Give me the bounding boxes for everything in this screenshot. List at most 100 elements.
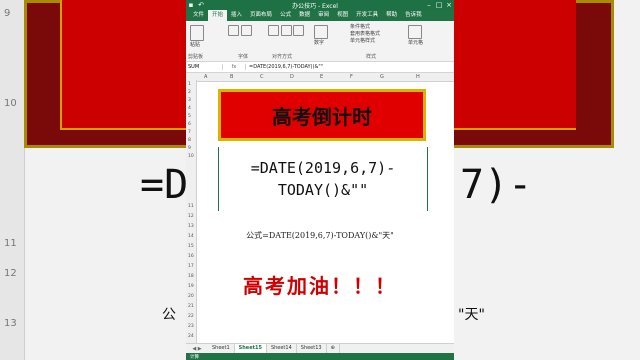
ribbon: 粘贴 剪贴板 字体 对齐方式 数字 条件格式 套用表格格式 单元格样式 样式 单… (186, 21, 454, 62)
row-header[interactable]: 3 (188, 98, 191, 103)
bg-title-fill (454, 0, 576, 130)
bold-icon (240, 25, 252, 36)
close-icon[interactable]: × (444, 1, 454, 9)
row-header[interactable]: 9 (188, 146, 191, 151)
tab-developer[interactable]: 开发工具 (352, 10, 382, 21)
font-size-icon (228, 25, 239, 36)
save-icon[interactable]: ▪ (186, 1, 196, 9)
tab-tell-me[interactable]: 告诉我 (401, 10, 426, 21)
group-alignment: 对齐方式 (272, 54, 293, 60)
row-header[interactable]: 1 (188, 82, 191, 87)
bg-row-number: 13 (4, 318, 17, 329)
sheet-nav-arrows-icon[interactable]: ◀ ▶ (186, 346, 208, 352)
number-format-button[interactable]: 数字 (314, 25, 328, 46)
paste-label: 粘贴 (190, 42, 201, 48)
row-header[interactable]: 10 (188, 154, 194, 159)
window-title: 办公技巧 - Excel (292, 2, 338, 10)
bg-small-text: "天" (458, 307, 485, 323)
formula-line-2: TODAY()&"" (277, 181, 369, 199)
countdown-title-cell[interactable]: 高考倒计时 (218, 89, 426, 141)
tab-help[interactable]: 帮助 (382, 10, 401, 21)
bg-row-number: 10 (4, 98, 17, 109)
row-headers: 1 2 3 4 5 6 7 8 9 10 11 12 13 14 15 16 1… (186, 80, 197, 346)
table-format-button[interactable]: 套用表格格式 (350, 31, 380, 38)
add-sheet-icon[interactable]: ⊕ (327, 344, 340, 353)
tab-home[interactable]: 开始 (208, 10, 228, 21)
status-mode: 计算 (190, 354, 199, 360)
undo-icon[interactable]: ↶ (196, 1, 206, 9)
row-header[interactable]: 11 (188, 204, 194, 209)
tab-view[interactable]: 视图 (333, 10, 352, 21)
bg-big-text: =D (140, 162, 186, 208)
row-header[interactable]: 6 (188, 122, 191, 127)
minimize-icon[interactable]: – (424, 1, 434, 9)
group-styles: 样式 (366, 54, 377, 60)
row-header[interactable]: 8 (188, 138, 191, 143)
cells-label: 单元格 (408, 40, 424, 46)
maximize-icon[interactable]: □ (434, 1, 444, 9)
row-header[interactable]: 21 (188, 304, 194, 309)
row-header[interactable]: 12 (188, 214, 194, 219)
background-row-header (0, 0, 25, 360)
paste-button[interactable]: 粘贴 (190, 25, 204, 48)
styles-group: 条件格式 套用表格格式 单元格样式 (350, 24, 380, 45)
formula-note[interactable]: 公式=DATE(2019,6,7)-TODAY()&"天" (186, 230, 454, 241)
cheer-text[interactable]: 高考加油！！！ (186, 270, 454, 299)
sheet-tab[interactable]: Sheet1 (208, 344, 235, 353)
cell-styles-button[interactable]: 单元格样式 (350, 38, 380, 45)
sheet-tabs: ◀ ▶ Sheet1 Sheet15 Sheet14 Sheet13 ⊕ (186, 343, 454, 354)
background-right: 7)- "天" (454, 0, 640, 360)
bg-title-fill (60, 0, 186, 130)
formula-line-1: =DATE(2019,6,7)- (250, 159, 396, 177)
cells-button[interactable]: 单元格 (408, 25, 423, 46)
row-header[interactable]: 13 (188, 224, 194, 229)
sheet-tab[interactable]: Sheet13 (297, 344, 327, 353)
background-left: 9 10 11 12 13 =D 公 (0, 0, 186, 360)
group-clipboard: 剪贴板 (188, 54, 204, 60)
wrap-text-icon (293, 25, 305, 36)
formula-bar: SUM fx =DATE(2019,6,7)-TODAY()&"" (186, 62, 454, 73)
formula-input[interactable]: =DATE(2019,6,7)-TODAY()&"" (246, 64, 323, 70)
percent-icon (314, 25, 328, 39)
bg-big-text: 7)- (460, 162, 533, 208)
excel-window: ▪ ↶ 办公技巧 - Excel – □ × 文件 开始 插入 页面布局 公式 … (186, 0, 454, 360)
name-box[interactable]: SUM (186, 64, 223, 70)
cells-icon (408, 25, 422, 39)
tab-file[interactable]: 文件 (189, 10, 208, 21)
row-header[interactable]: 15 (188, 244, 194, 249)
align-center-icon (280, 25, 292, 36)
title-bar: ▪ ↶ 办公技巧 - Excel – □ × (186, 0, 454, 10)
row-header[interactable]: 16 (188, 254, 194, 259)
number-label: 数字 (314, 40, 325, 46)
row-header[interactable]: 5 (188, 114, 191, 119)
font-controls[interactable] (228, 25, 252, 36)
group-font: 字体 (238, 54, 249, 60)
fx-icon[interactable]: fx (223, 64, 246, 70)
ribbon-tabs: 文件 开始 插入 页面布局 公式 数据 审阅 视图 开发工具 帮助 告诉我 (186, 10, 454, 21)
row-header[interactable]: 4 (188, 106, 191, 111)
sheet-grid[interactable]: 1 2 3 4 5 6 7 8 9 10 11 12 13 14 15 16 1… (186, 80, 454, 346)
status-bar: 计算 (186, 353, 454, 360)
formula-edit-cell[interactable]: =DATE(2019,6,7)- TODAY()&"" (218, 147, 428, 211)
sheet-tab-active[interactable]: Sheet15 (234, 343, 267, 354)
row-header[interactable]: 7 (188, 130, 191, 135)
row-header[interactable]: 24 (188, 334, 194, 339)
bg-row-number: 9 (4, 8, 11, 19)
row-header[interactable]: 22 (188, 314, 194, 319)
tab-formulas[interactable]: 公式 (276, 10, 295, 21)
row-header[interactable]: 17 (188, 264, 194, 269)
align-left-icon (268, 25, 279, 36)
sheet-tab[interactable]: Sheet14 (267, 344, 297, 353)
countdown-title: 高考倒计时 (272, 104, 372, 129)
tab-page-layout[interactable]: 页面布局 (246, 10, 276, 21)
tab-review[interactable]: 审阅 (314, 10, 333, 21)
tab-insert[interactable]: 插入 (227, 10, 246, 21)
conditional-format-button[interactable]: 条件格式 (350, 24, 380, 31)
alignment-controls[interactable] (268, 25, 305, 36)
row-header[interactable]: 2 (188, 90, 191, 95)
bg-row-number: 12 (4, 268, 17, 279)
bg-small-text: 公 (162, 307, 176, 323)
tab-data[interactable]: 数据 (295, 10, 314, 21)
row-header[interactable]: 23 (188, 324, 194, 329)
bg-row-number: 11 (4, 238, 17, 249)
